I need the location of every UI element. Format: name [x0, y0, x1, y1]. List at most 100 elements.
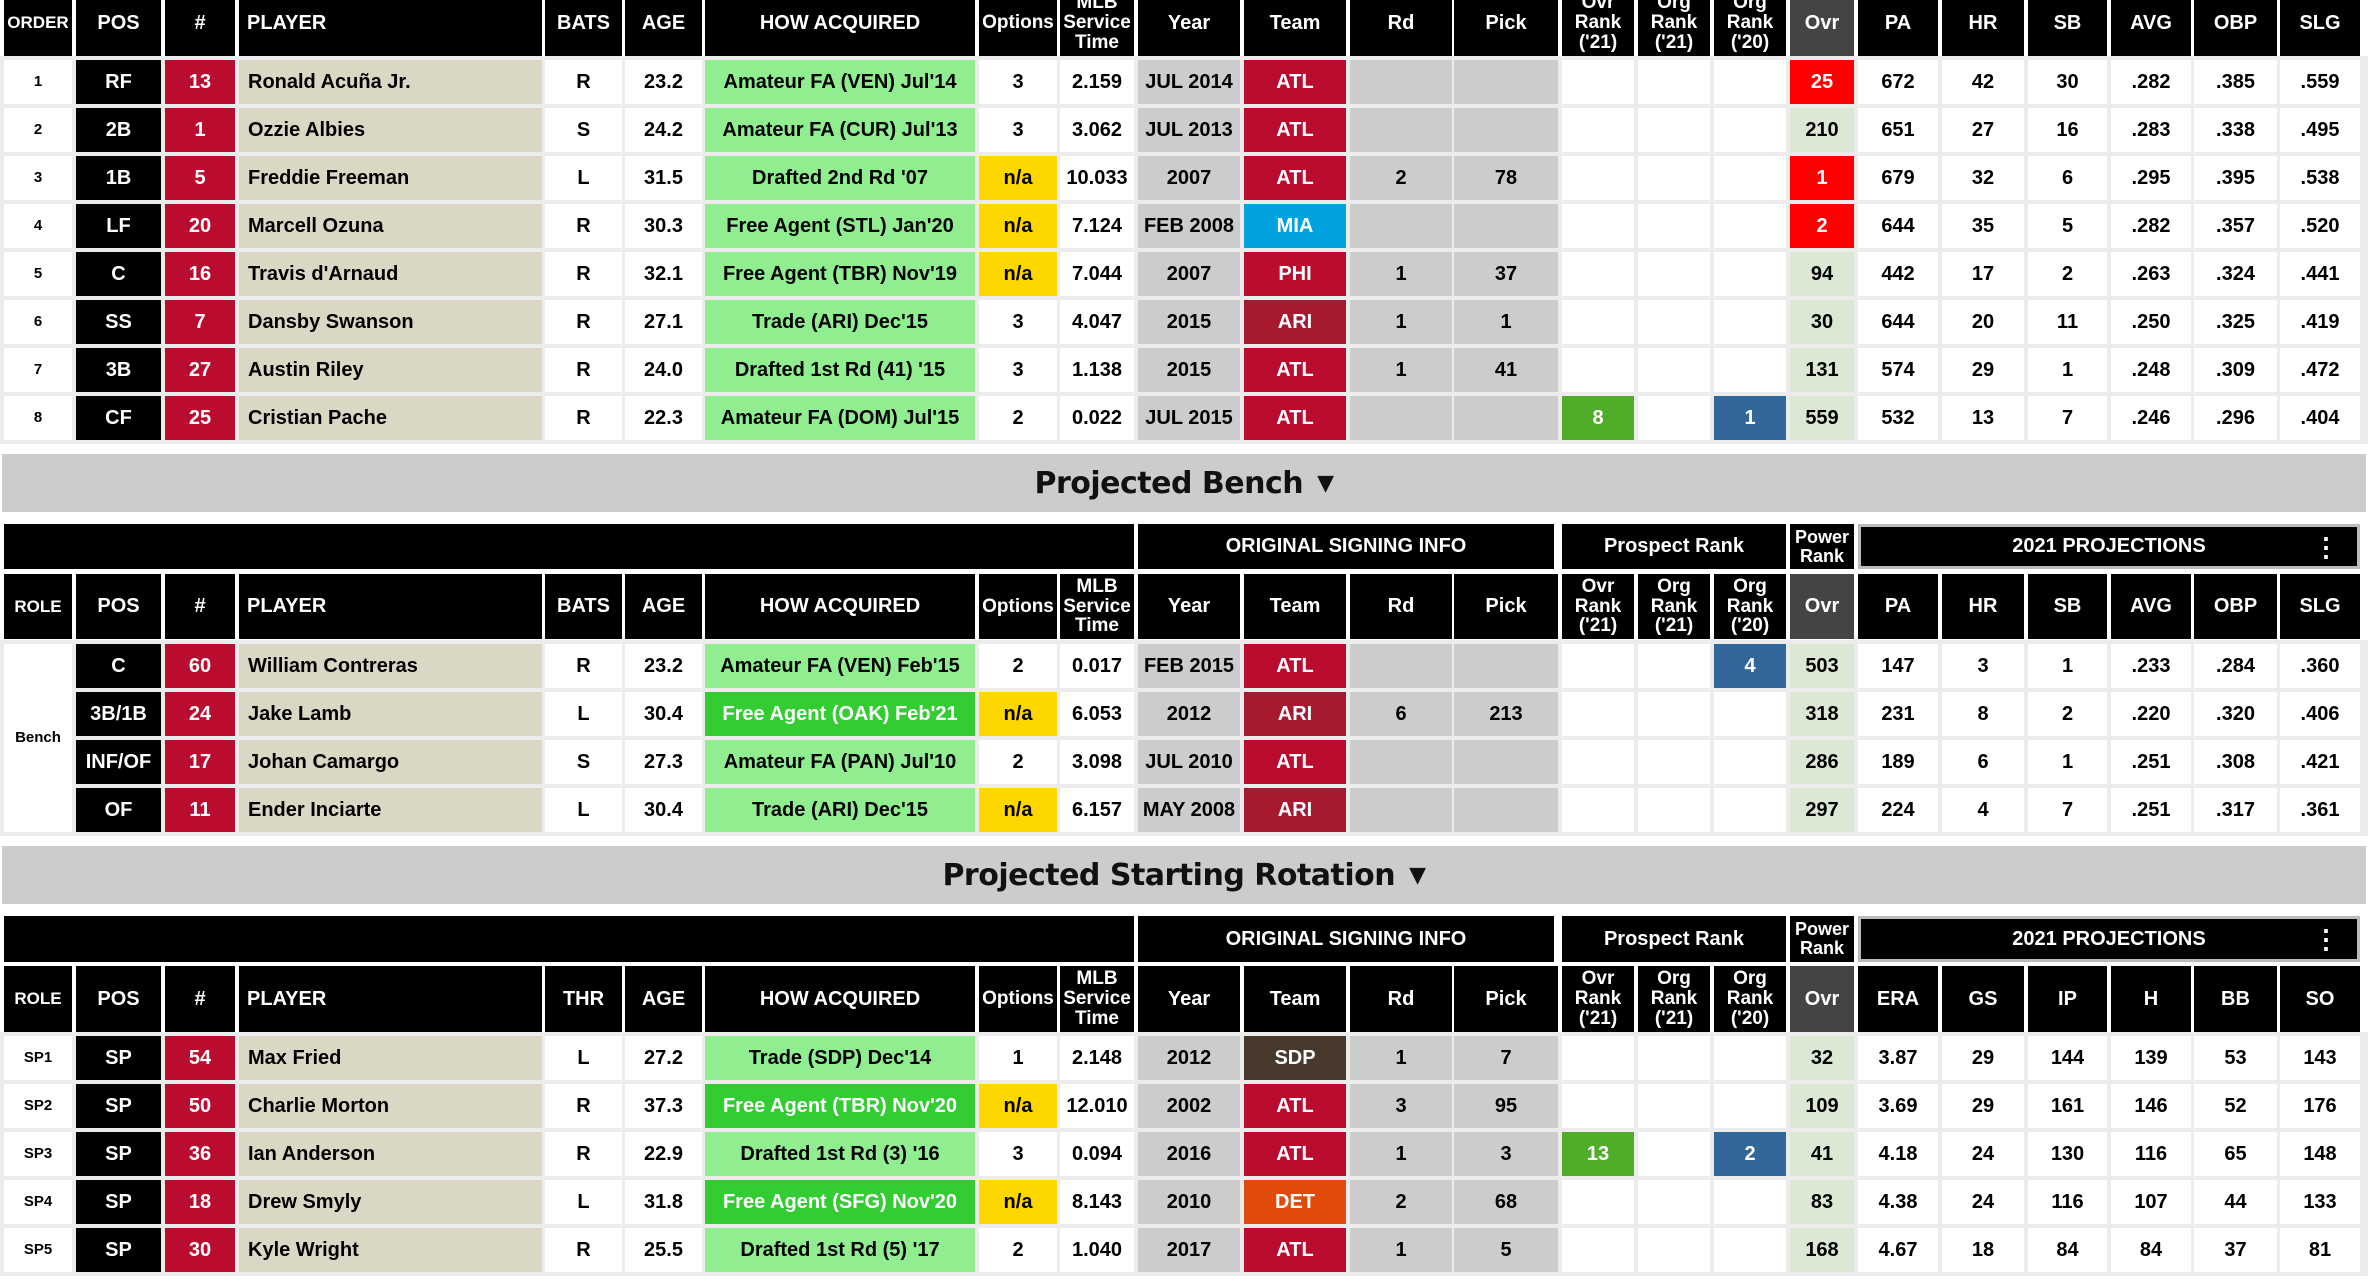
column-header-ovr-rank-21[interactable]: Ovr Rank ('21) — [1562, 966, 1634, 1032]
column-header-rd[interactable]: Rd — [1350, 966, 1452, 1032]
column-header-team[interactable]: Team — [1244, 966, 1346, 1032]
column-header-hr[interactable]: HR — [1942, 0, 2024, 56]
column-header-rd[interactable]: Rd — [1350, 574, 1452, 639]
column-header-slg[interactable]: SLG — [2280, 574, 2360, 639]
player-name-link[interactable]: Ronald Acuña Jr. — [239, 60, 542, 104]
column-header-org-rank-21[interactable]: Org Rank ('21) — [1638, 574, 1710, 639]
column-header-year[interactable]: Year — [1138, 966, 1240, 1032]
player-name-link[interactable]: Marcell Ozuna — [239, 204, 542, 248]
column-header-options[interactable]: Options — [979, 574, 1057, 639]
player-name-link[interactable]: William Contreras — [239, 644, 542, 688]
column-header-gs[interactable]: GS — [1942, 966, 2024, 1032]
column-header-how-acquired[interactable]: HOW ACQUIRED — [705, 0, 975, 56]
column-header-number[interactable]: # — [165, 0, 235, 56]
column-header-age[interactable]: AGE — [625, 966, 702, 1032]
column-header-sb[interactable]: SB — [2028, 574, 2107, 639]
section-title-bench[interactable]: Projected Bench ▼ — [2, 454, 2366, 512]
column-header-pos[interactable]: POS — [76, 0, 161, 56]
column-header-org-rank-20[interactable]: Org Rank ('20) — [1714, 966, 1786, 1032]
team-badge: ATL — [1244, 1084, 1346, 1128]
player-name-link[interactable]: Dansby Swanson — [239, 300, 542, 344]
sb-cell: 16 — [2028, 108, 2107, 152]
player-name-link[interactable]: Ian Anderson — [239, 1132, 542, 1176]
player-name-link[interactable]: Drew Smyly — [239, 1180, 542, 1224]
column-header-org-rank-21[interactable]: Org Rank ('21) — [1638, 0, 1710, 56]
column-header-bats[interactable]: BATS — [545, 574, 622, 639]
year-cell: 2016 — [1138, 1132, 1240, 1176]
column-header-ovr-rank-21[interactable]: Ovr Rank ('21) — [1562, 0, 1634, 56]
column-header-mlb-service-time[interactable]: MLB Service Time — [1060, 966, 1134, 1032]
column-header-pick[interactable]: Pick — [1454, 574, 1558, 639]
column-header-org-rank-21[interactable]: Org Rank ('21) — [1638, 966, 1710, 1032]
column-header-how-acquired[interactable]: HOW ACQUIRED — [705, 574, 975, 639]
player-name-link[interactable]: Ender Inciarte — [239, 788, 542, 832]
column-header-year[interactable]: Year — [1138, 574, 1240, 639]
column-header-age[interactable]: AGE — [625, 574, 702, 639]
column-header-pa[interactable]: PA — [1858, 574, 1938, 639]
player-name-link[interactable]: Johan Camargo — [239, 740, 542, 784]
column-header-obp[interactable]: OBP — [2194, 574, 2277, 639]
team-badge: DET — [1244, 1180, 1346, 1224]
column-header-bats[interactable]: BATS — [545, 0, 622, 56]
column-header-pick[interactable]: Pick — [1454, 966, 1558, 1032]
section-title-rotation[interactable]: Projected Starting Rotation ▼ — [2, 846, 2366, 904]
column-header-so[interactable]: SO — [2280, 966, 2360, 1032]
column-header-hr[interactable]: HR — [1942, 574, 2024, 639]
column-header-pos[interactable]: POS — [76, 966, 161, 1032]
column-header-year[interactable]: Year — [1138, 0, 1240, 56]
column-header-era[interactable]: ERA — [1858, 966, 1938, 1032]
column-header-mlb-service-time[interactable]: MLB Service Time — [1060, 0, 1134, 56]
column-header-number[interactable]: # — [165, 966, 235, 1032]
player-name-link[interactable]: Travis d'Arnaud — [239, 252, 542, 296]
column-header-h[interactable]: H — [2111, 966, 2191, 1032]
column-header-player[interactable]: PLAYER — [239, 574, 542, 639]
player-name-link[interactable]: Ozzie Albies — [239, 108, 542, 152]
column-header-role[interactable]: ROLE — [4, 574, 72, 639]
column-header-org-rank-20[interactable]: Org Rank ('20) — [1714, 0, 1786, 56]
player-name-link[interactable]: Austin Riley — [239, 348, 542, 392]
column-header-thr[interactable]: THR — [545, 966, 622, 1032]
column-header-ip[interactable]: IP — [2028, 966, 2107, 1032]
column-header-options[interactable]: Options — [979, 966, 1057, 1032]
kebab-menu-icon[interactable]: ⋮ — [2313, 926, 2339, 952]
column-header-ovr[interactable]: Ovr — [1790, 966, 1854, 1032]
column-header-ovr[interactable]: Ovr — [1790, 574, 1854, 639]
column-header-how-acquired[interactable]: HOW ACQUIRED — [705, 966, 975, 1032]
column-header-obp[interactable]: OBP — [2194, 0, 2277, 56]
player-name-link[interactable]: Max Fried — [239, 1036, 542, 1080]
column-header-age[interactable]: AGE — [625, 0, 702, 56]
column-header-avg[interactable]: AVG — [2111, 574, 2191, 639]
column-header-sb[interactable]: SB — [2028, 0, 2107, 56]
column-header-team[interactable]: Team — [1244, 574, 1346, 639]
kebab-menu-icon[interactable]: ⋮ — [2313, 534, 2339, 560]
column-header-ovr[interactable]: Ovr — [1790, 0, 1854, 56]
collapse-triangle-icon[interactable]: ▼ — [1317, 471, 1334, 496]
column-header-pos[interactable]: POS — [76, 574, 161, 639]
player-name-link[interactable]: Kyle Wright — [239, 1228, 542, 1272]
options-cell: n/a — [979, 156, 1057, 200]
column-header-avg[interactable]: AVG — [2111, 0, 2191, 56]
column-header-pick[interactable]: Pick — [1454, 0, 1558, 56]
column-header-ovr-rank-21[interactable]: Ovr Rank ('21) — [1562, 574, 1634, 639]
player-name-link[interactable]: Jake Lamb — [239, 692, 542, 736]
column-header-bb[interactable]: BB — [2194, 966, 2277, 1032]
column-header-mlb-service-time[interactable]: MLB Service Time — [1060, 574, 1134, 639]
prospect-org-rank-21-cell — [1638, 692, 1710, 736]
position-cell: SP — [76, 1132, 161, 1176]
player-name-link[interactable]: Freddie Freeman — [239, 156, 542, 200]
column-header-rd[interactable]: Rd — [1350, 0, 1452, 56]
column-header-pa[interactable]: PA — [1858, 0, 1938, 56]
column-header-slg[interactable]: SLG — [2280, 0, 2360, 56]
column-header-options[interactable]: Options — [979, 0, 1057, 56]
column-header-number[interactable]: # — [165, 574, 235, 639]
column-header-org-rank-20[interactable]: Org Rank ('20) — [1714, 574, 1786, 639]
column-header-order[interactable]: ORDER — [4, 0, 72, 56]
column-header-team[interactable]: Team — [1244, 0, 1346, 56]
player-name-link[interactable]: Cristian Pache — [239, 396, 542, 440]
player-name-link[interactable]: Charlie Morton — [239, 1084, 542, 1128]
column-header-player[interactable]: PLAYER — [239, 0, 542, 56]
column-header-player[interactable]: PLAYER — [239, 966, 542, 1032]
pa-cell: 442 — [1858, 252, 1938, 296]
collapse-triangle-icon[interactable]: ▼ — [1409, 863, 1426, 888]
column-header-role[interactable]: ROLE — [4, 966, 72, 1032]
